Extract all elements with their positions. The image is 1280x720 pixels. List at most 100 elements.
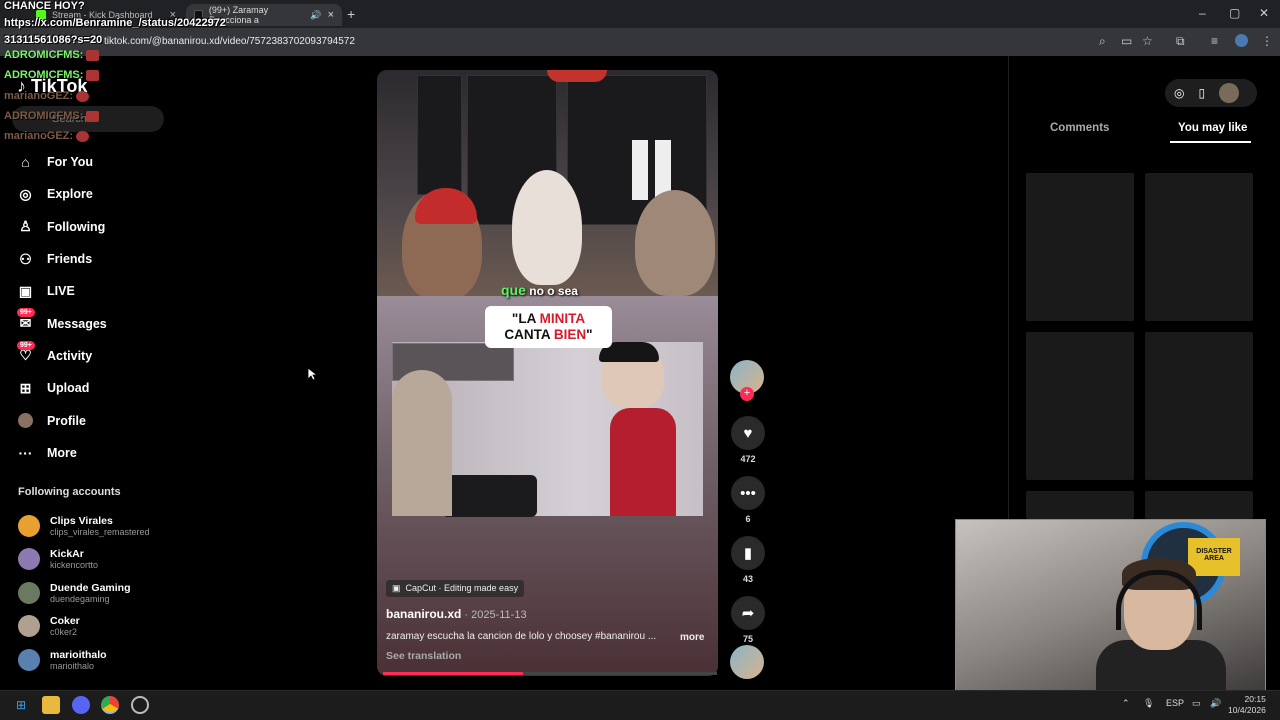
language-indicator[interactable]: ESP xyxy=(1166,698,1184,708)
follow-plus-icon[interactable]: + xyxy=(740,387,754,401)
following-accounts-list: Clips Virales clips_virales_remastered Ki… xyxy=(18,509,150,677)
save-count: 43 xyxy=(742,574,753,584)
action-column: + ♥ 472 ••• 6 ▮ 43 ➦ 75 xyxy=(730,360,766,644)
account-item[interactable]: KickAr kickencortto xyxy=(18,543,150,577)
share-action[interactable]: ➦ 75 xyxy=(730,596,766,644)
compass-icon[interactable]: ◎ xyxy=(1174,86,1184,100)
new-tab-button[interactable]: + xyxy=(347,6,355,22)
bubble-text-red: BIEN xyxy=(553,327,587,342)
recommendation-placeholder[interactable] xyxy=(1026,173,1134,321)
sound-avatar[interactable] xyxy=(730,645,764,679)
account-name: KickAr xyxy=(50,548,84,561)
capcut-label: CapCut · Editing made easy xyxy=(405,583,519,593)
capcut-icon: ▣ xyxy=(392,583,401,593)
comment-icon[interactable]: ••• xyxy=(731,476,765,510)
nav-label: Activity xyxy=(47,348,93,363)
volume-icon[interactable]: 🔊 xyxy=(1210,698,1221,709)
mouse-cursor-icon xyxy=(307,367,317,381)
chrome-icon[interactable] xyxy=(101,696,119,714)
zoom-icon[interactable]: ⌕ xyxy=(1099,34,1106,49)
account-item[interactable]: Coker c0ker2 xyxy=(18,610,150,644)
recommendation-placeholder[interactable] xyxy=(1026,491,1134,519)
profile-avatar-icon[interactable] xyxy=(1235,34,1248,47)
red-jacket-figure xyxy=(610,408,676,516)
camera-figure xyxy=(442,475,537,517)
chat-user: marianoGEZ: xyxy=(4,90,74,102)
nav-label: Explore xyxy=(47,187,93,202)
account-item[interactable]: Duende Gaming duendegaming xyxy=(18,576,150,610)
chat-user: marianoGEZ: xyxy=(4,130,74,142)
phone-icon[interactable]: ▯ xyxy=(1198,86,1205,100)
tray-chevron-icon[interactable]: ⌃ xyxy=(1122,698,1130,709)
like-action[interactable]: ♥ 472 xyxy=(730,416,766,464)
discord-icon[interactable] xyxy=(72,696,90,714)
menu-dots-icon[interactable]: ⋮ xyxy=(1261,34,1273,48)
taskbar-clock[interactable]: 20:15 10/4/2026 xyxy=(1228,694,1266,716)
emote-icon xyxy=(86,110,100,122)
nav-explore[interactable]: ◎ Explore xyxy=(17,178,167,210)
recommendation-placeholder[interactable] xyxy=(1145,491,1253,519)
creator-avatar[interactable]: + xyxy=(730,360,764,401)
comment-count: 6 xyxy=(745,514,751,524)
recommendation-placeholder[interactable] xyxy=(1026,332,1134,480)
bookmark-star-icon[interactable]: ☆ xyxy=(1142,34,1153,48)
reading-list-icon[interactable]: ≡ xyxy=(1211,34,1218,48)
overlay-line: CHANCE HOY? xyxy=(4,0,85,12)
save-action[interactable]: ▮ 43 xyxy=(730,536,766,584)
description-text: zaramay escucha la cancion de lolo y cho… xyxy=(386,631,657,642)
following-icon: ♙ xyxy=(19,218,32,235)
messages-icon: ✉ xyxy=(19,315,32,332)
nav-label: For You xyxy=(47,155,94,170)
caption-highlight: que xyxy=(501,282,526,298)
active-tab-indicator xyxy=(1170,141,1251,143)
mic-icon[interactable]: 🎙 xyxy=(1143,698,1154,709)
chat-line: ADROMICFMS: xyxy=(4,110,100,122)
author-name[interactable]: bananirou.xd xyxy=(386,607,461,621)
nav-messages[interactable]: ✉ 99+ Messages xyxy=(17,307,167,339)
video-author[interactable]: bananirou.xd · 2025-11-13 xyxy=(386,607,527,621)
close-tab-icon[interactable]: × xyxy=(328,9,334,21)
extensions-icon[interactable]: ⧉ xyxy=(1176,34,1185,49)
account-handle: c0ker2 xyxy=(50,627,78,638)
capcut-badge[interactable]: ▣ CapCut · Editing made easy xyxy=(386,580,525,597)
bookmark-icon[interactable]: ▮ xyxy=(731,536,765,570)
nav-profile[interactable]: Profile xyxy=(17,404,167,436)
audio-icon[interactable]: 🔊 xyxy=(310,10,321,21)
chat-user: ADROMICFMS: xyxy=(4,69,84,81)
tab-you-may-like[interactable]: You may like xyxy=(1178,122,1247,134)
nav-upload[interactable]: ⊞ Upload xyxy=(17,372,167,404)
nav-friends[interactable]: ⚇ Friends xyxy=(17,243,167,275)
friends-icon: ⚇ xyxy=(19,250,32,267)
comment-action[interactable]: ••• 6 xyxy=(730,476,766,524)
file-explorer-icon[interactable] xyxy=(42,696,60,714)
recommendation-placeholder[interactable] xyxy=(1145,332,1253,480)
see-translation-button[interactable]: See translation xyxy=(386,650,461,662)
share-icon[interactable]: ➦ xyxy=(731,596,765,630)
user-avatar[interactable] xyxy=(1219,83,1240,103)
nav-activity[interactable]: ♡ 99+ Activity xyxy=(17,340,167,372)
close-window-icon[interactable]: ✕ xyxy=(1259,6,1269,20)
more-button[interactable]: more xyxy=(680,632,704,643)
tab-comments[interactable]: Comments xyxy=(1050,122,1109,134)
account-item[interactable]: marioithalo marioithalo xyxy=(18,643,150,677)
video-progress-bar[interactable] xyxy=(383,672,717,675)
minimize-icon[interactable]: – xyxy=(1199,6,1206,20)
account-handle: marioithalo xyxy=(50,660,95,671)
blonde-figure xyxy=(392,370,452,516)
obs-icon[interactable] xyxy=(131,696,149,714)
maximize-icon[interactable]: ▢ xyxy=(1229,6,1240,20)
nav-more[interactable]: ··· More xyxy=(17,437,167,469)
cast-icon[interactable]: ▭ xyxy=(1121,34,1132,48)
nav-live[interactable]: ▣ LIVE xyxy=(17,275,167,307)
nav-for-you[interactable]: ⌂ For You xyxy=(17,146,167,178)
network-icon[interactable]: ▭ xyxy=(1192,698,1201,709)
nav-following[interactable]: ♙ Following xyxy=(17,211,167,243)
heart-icon[interactable]: ♥ xyxy=(731,416,765,450)
account-item[interactable]: Clips Virales clips_virales_remastered xyxy=(18,509,150,543)
emote-icon xyxy=(86,69,100,81)
avatar xyxy=(18,615,40,638)
windows-start-icon[interactable]: ⊞ xyxy=(12,696,30,714)
recommendation-placeholder[interactable] xyxy=(1145,173,1253,321)
nav-label: Friends xyxy=(47,252,93,267)
video-description: zaramay escucha la cancion de lolo y cho… xyxy=(386,631,706,643)
